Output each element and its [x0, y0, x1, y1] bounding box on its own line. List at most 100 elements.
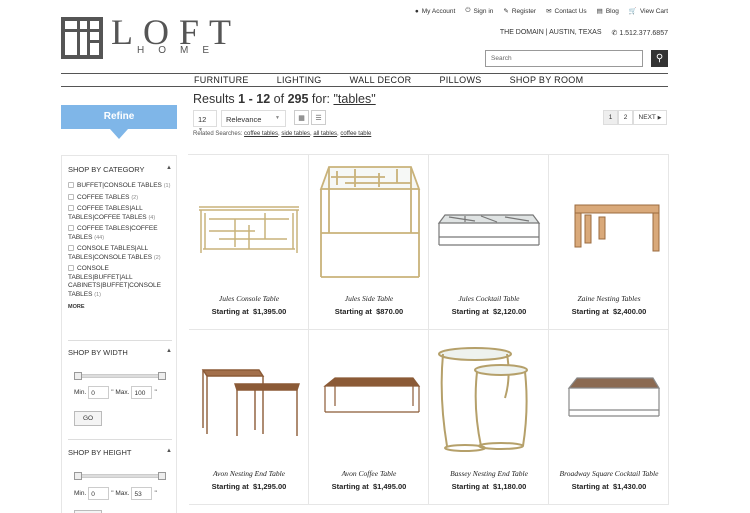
product-card[interactable]: Broadway Square Cocktail Table Starting …	[549, 330, 669, 505]
product-image[interactable]	[435, 163, 543, 287]
utility-bar: ● My Account ⏻ Sign in ✎ Register ✉ Contact …	[415, 7, 668, 15]
price-value: $2,400.00	[612, 307, 647, 316]
list-view-button[interactable]: ☰	[311, 110, 326, 125]
product-image[interactable]	[435, 338, 543, 462]
divider	[68, 340, 172, 341]
checkbox[interactable]	[68, 205, 74, 211]
my-account-link[interactable]: ● My Account	[415, 7, 456, 15]
nav-item-pillows[interactable]: PILLOWS	[439, 75, 481, 85]
category-option[interactable]: COFFEE TABLES (2)	[68, 193, 172, 203]
product-card[interactable]: Avon Nesting End Table Starting at $1,29…	[189, 330, 309, 505]
slider-max-handle[interactable]	[158, 472, 166, 480]
divider	[68, 439, 172, 440]
search-input[interactable]: Search	[485, 50, 643, 67]
height-min-input[interactable]: 0	[88, 487, 110, 500]
slider-min-handle[interactable]	[74, 472, 82, 480]
slider-min-handle[interactable]	[74, 372, 82, 380]
price-label: Starting at	[451, 307, 489, 316]
slider-max-handle[interactable]	[158, 372, 166, 380]
search-button[interactable]: ⚲	[651, 50, 668, 67]
results-prefix: Results	[193, 92, 235, 106]
category-option[interactable]: CONSOLE TABLES|BUFFET|ALL CABINETS|BUFFE…	[68, 265, 172, 299]
category-label: COFFEE TABLES	[77, 193, 130, 201]
loft-home-logo[interactable]: LOFT HOME	[61, 12, 251, 61]
grid-view-button[interactable]: ▦	[294, 110, 309, 125]
product-card[interactable]: Jules Side Table Starting at $870.00	[309, 155, 429, 330]
register-link[interactable]: ✎ Register	[503, 7, 536, 16]
store-contact: THE DOMAIN | AUSTIN, TEXAS ✆ 1.512.377.6…	[500, 29, 668, 37]
checkbox[interactable]	[68, 245, 74, 251]
height-max-input[interactable]: 53	[131, 487, 153, 500]
product-image[interactable]	[195, 163, 303, 287]
checkbox[interactable]	[68, 182, 74, 188]
category-count: (4)	[148, 214, 156, 221]
related-link[interactable]: all tables	[313, 131, 337, 137]
height-filter-header[interactable]: SHOP BY HEIGHT ▲	[62, 448, 178, 457]
next-page-button[interactable]: NEXT ▶	[633, 110, 667, 125]
product-name[interactable]: Avon Nesting End Table	[189, 469, 309, 478]
category-option[interactable]: COFFEE TABLES|ALL TABLES|COFFEE TABLES (…	[68, 205, 172, 222]
product-name[interactable]: Jules Console Table	[189, 294, 309, 303]
store-phone[interactable]: ✆ 1.512.377.6857	[612, 29, 668, 37]
product-name[interactable]: Avon Coffee Table	[309, 469, 429, 478]
product-image[interactable]	[555, 163, 663, 287]
price-value: $1,395.00	[252, 307, 287, 316]
sort-select[interactable]: Relevance ▼	[221, 110, 286, 127]
cart-icon: 🛒	[628, 8, 637, 15]
related-link[interactable]: side tables	[281, 131, 310, 137]
min-label: Min.	[74, 490, 87, 497]
price-value: $870.00	[376, 307, 404, 316]
product-name[interactable]: Jules Cocktail Table	[429, 294, 549, 303]
product-card[interactable]: Jules Console Table Starting at $1,395.0…	[189, 155, 309, 330]
width-max-input[interactable]: 100	[131, 386, 153, 399]
product-name[interactable]: Bassey Nesting End Table	[429, 469, 549, 478]
product-image[interactable]	[195, 338, 303, 462]
view-cart-link[interactable]: 🛒 View Cart	[628, 7, 668, 16]
checkbox[interactable]	[68, 265, 74, 271]
category-option[interactable]: CONSOLE TABLES|ALL TABLES|CONSOLE TABLES…	[68, 245, 172, 262]
related-link[interactable]: coffee table	[340, 131, 371, 137]
results-summary: Results 1 - 12 of 295 for: "tables"	[193, 92, 376, 106]
more-categories-link[interactable]: MORE	[62, 304, 178, 310]
checkbox[interactable]	[68, 193, 74, 200]
page-1-button[interactable]: 1	[603, 110, 618, 125]
price-value: $1,180.00	[492, 482, 527, 491]
width-range-slider[interactable]	[74, 372, 166, 380]
product-image[interactable]	[555, 338, 663, 462]
blog-link[interactable]: ▤ Blog	[597, 7, 619, 16]
nav-item-shop-by-room[interactable]: SHOP BY ROOM	[510, 75, 584, 85]
product-card[interactable]: Zaine Nesting Tables Starting at $2,400.…	[549, 155, 669, 330]
nav-item-wall-decor[interactable]: WALL DECOR	[350, 75, 412, 85]
logo-mark	[61, 17, 103, 59]
list-icon: ☰	[315, 114, 322, 122]
pencil-icon: ✎	[503, 8, 509, 15]
price-label: Starting at	[331, 482, 369, 491]
user-icon: ●	[414, 7, 419, 15]
product-card[interactable]: Bassey Nesting End Table Starting at $1,…	[429, 330, 549, 505]
category-option[interactable]: COFFEE TABLES|COFFEE TABLES (44)	[68, 225, 172, 242]
go-button[interactable]: GO	[74, 411, 102, 426]
product-card[interactable]: Jules Cocktail Table Starting at $2,120.…	[429, 155, 549, 330]
product-card[interactable]: Avon Coffee Table Starting at $1,495.00	[309, 330, 429, 505]
product-name[interactable]: Zaine Nesting Tables	[549, 294, 669, 303]
width-filter-header[interactable]: SHOP BY WIDTH ▲	[62, 348, 178, 357]
product-name[interactable]: Broadway Square Cocktail Table	[549, 469, 669, 478]
sign-in-link[interactable]: ⏻ Sign in	[465, 7, 493, 15]
nav-item-furniture[interactable]: FURNITURE	[194, 75, 249, 85]
category-option[interactable]: BUFFET|CONSOLE TABLES (1)	[68, 182, 172, 191]
category-filter-header[interactable]: SHOP BY CATEGORY ▲	[62, 165, 178, 174]
price-value: $2,120.00	[492, 307, 527, 316]
related-link[interactable]: coffee tables	[244, 131, 278, 137]
width-min-input[interactable]: 0	[88, 386, 110, 399]
height-range-slider[interactable]	[74, 472, 166, 480]
max-label: " Max.	[111, 490, 130, 497]
page-2-button[interactable]: 2	[618, 110, 633, 125]
product-name[interactable]: Jules Side Table	[309, 294, 429, 303]
checkbox[interactable]	[68, 225, 74, 231]
contact-us-link[interactable]: ✉ Contact Us	[546, 7, 587, 16]
max-label: " Max.	[111, 389, 130, 396]
per-page-select[interactable]: 12 ▼	[193, 110, 217, 133]
product-image[interactable]	[315, 338, 423, 462]
nav-item-lighting[interactable]: LIGHTING	[277, 75, 322, 85]
product-image[interactable]	[315, 163, 423, 287]
